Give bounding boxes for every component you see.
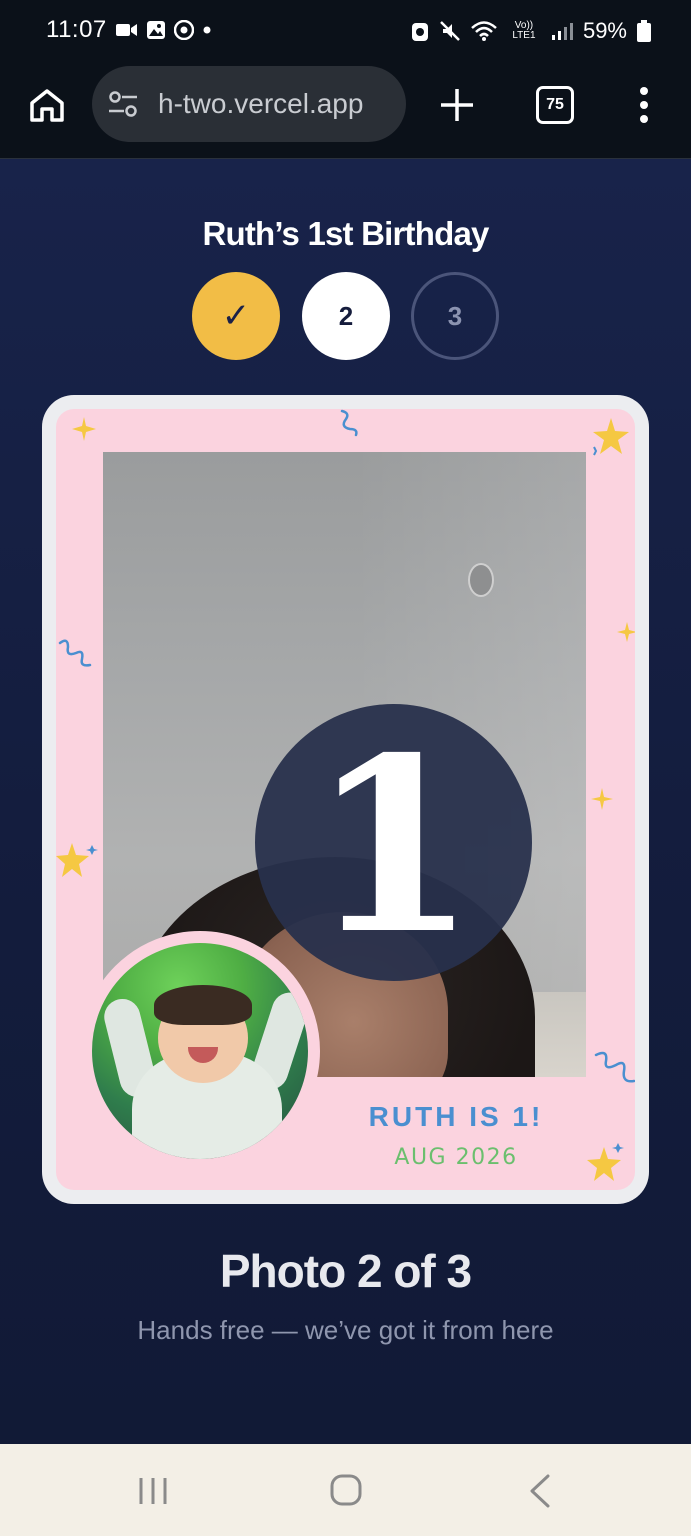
address-bar[interactable]: h-two.vercel.app — [92, 66, 406, 142]
alarm-icon — [411, 23, 428, 41]
countdown-number: 1 — [310, 704, 477, 987]
browser-menu-button[interactable] — [628, 84, 660, 126]
sparkle-icon — [72, 417, 96, 441]
frame-date: AUG 2026 — [394, 1145, 518, 1170]
recent-apps-icon[interactable] — [136, 1476, 170, 1506]
url-text[interactable]: h-two.vercel.app — [158, 88, 363, 120]
birthday-frame: 1 RUTH IS 1! AUG 2026 — [56, 409, 635, 1190]
photobooth-page: Ruth’s 1st Birthday ✓ 2 3 1 RUTH IS 1! A… — [0, 159, 691, 1444]
chrome-icon — [174, 20, 194, 40]
photo-progress-text: Photo 2 of 3 — [219, 1245, 472, 1297]
site-settings-icon[interactable] — [108, 90, 138, 118]
page-title: Ruth’s 1st Birthday — [202, 215, 489, 252]
notification-icons — [116, 20, 212, 40]
photo-frame-card: 1 RUTH IS 1! AUG 2026 — [42, 395, 649, 1204]
confetti-squiggle-icon — [594, 1051, 635, 1083]
countdown-badge: 1 — [255, 704, 532, 981]
back-icon[interactable] — [528, 1474, 552, 1508]
step-3-indicator: 3 — [411, 272, 499, 360]
step-1-checkmark: ✓ — [221, 297, 251, 335]
browser-toolbar: h-two.vercel.app 75 — [0, 62, 691, 159]
video-call-icon — [116, 24, 137, 36]
mute-icon — [440, 21, 460, 41]
home-button[interactable] — [26, 84, 68, 126]
home-icon — [30, 89, 64, 122]
plus-icon — [441, 89, 473, 121]
battery-icon — [637, 20, 651, 42]
battery-percent: 59% — [582, 18, 627, 43]
confetti-squiggle-icon — [58, 639, 92, 667]
step-2-indicator: 2 — [302, 272, 390, 360]
sparkle-icon — [591, 788, 613, 810]
sparkle-icon — [617, 622, 635, 642]
star-icon — [56, 843, 98, 877]
gallery-icon — [147, 21, 165, 39]
status-time: 11:07 — [46, 16, 107, 43]
system-icons: Vo)) LTE1 59% — [411, 18, 651, 44]
status-bar: 11:07 Vo)) LTE1 59% — [0, 0, 691, 62]
wall-fixture — [468, 563, 494, 597]
dot-icon — [203, 26, 211, 34]
home-nav-icon[interactable] — [330, 1474, 362, 1506]
signal-icon — [551, 23, 573, 40]
star-icon — [593, 418, 629, 456]
tab-switcher-button[interactable]: 75 — [536, 86, 574, 124]
system-navigation-bar — [0, 1444, 691, 1536]
network-label: Vo)) LTE1 — [512, 20, 536, 41]
wifi-icon — [471, 21, 497, 41]
new-tab-button[interactable] — [436, 84, 478, 126]
more-vert-icon — [640, 87, 648, 123]
step-1-indicator: ✓ — [192, 272, 280, 360]
baby-photo — [80, 931, 320, 1171]
step-2-label: 2 — [338, 300, 354, 331]
tab-count: 75 — [546, 96, 564, 113]
frame-caption: RUTH IS 1! — [368, 1101, 544, 1132]
confetti-squiggle-icon — [340, 409, 358, 437]
step-3-label: 3 — [447, 300, 463, 331]
photo-subtitle: Hands free — we’ve got it from here — [137, 1315, 554, 1345]
